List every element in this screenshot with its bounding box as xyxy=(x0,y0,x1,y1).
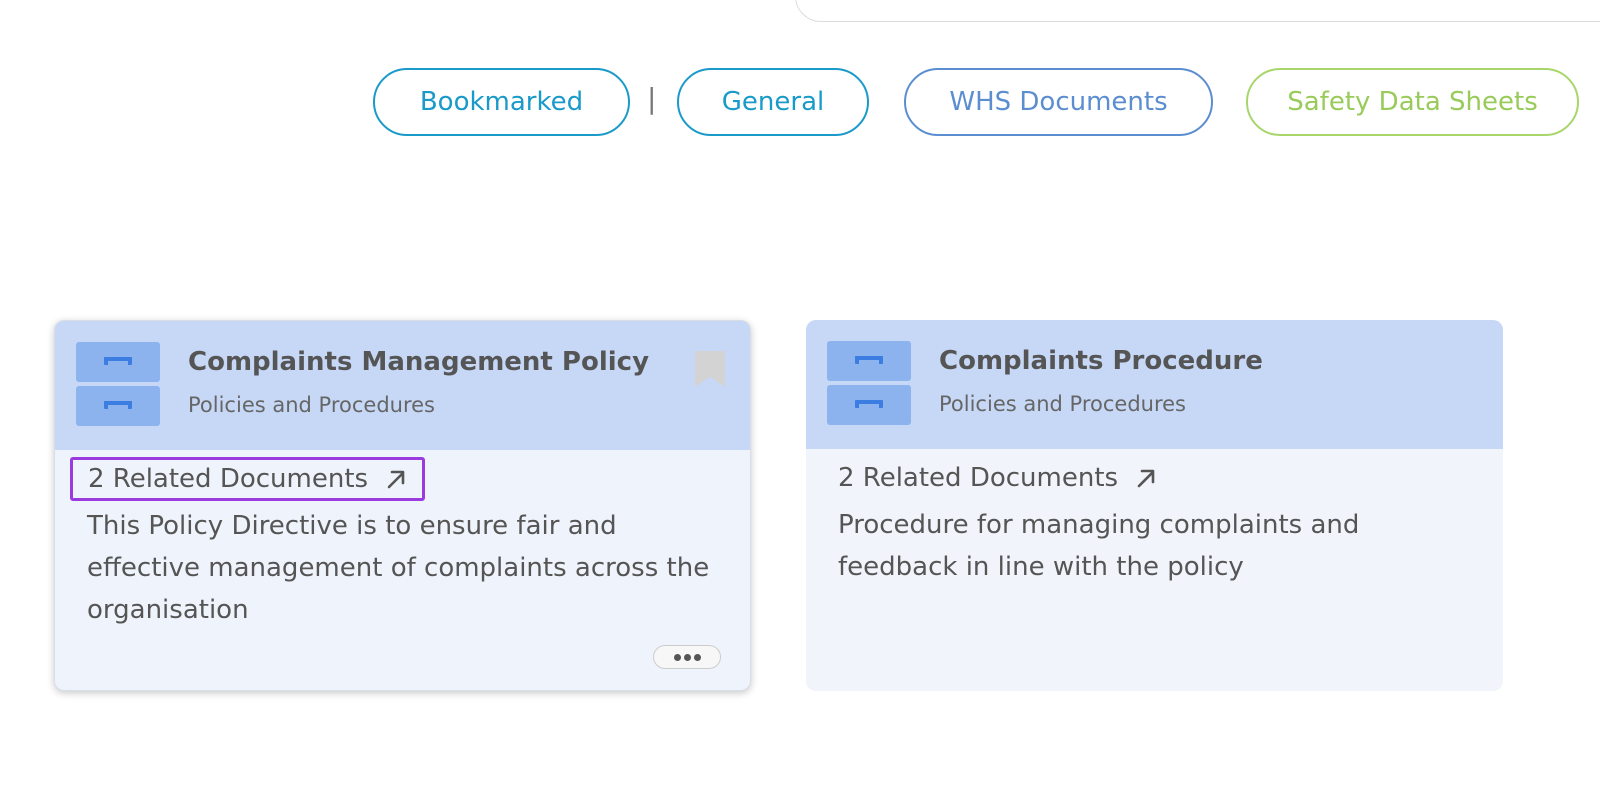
related-documents-link[interactable]: 2 Related Documents xyxy=(70,457,426,501)
document-card[interactable]: Complaints Procedure Policies and Proced… xyxy=(806,320,1503,691)
card-title[interactable]: Complaints Procedure xyxy=(939,346,1263,376)
external-arrow-icon xyxy=(1137,469,1155,488)
document-card[interactable]: Complaints Management Policy Policies an… xyxy=(54,320,751,691)
card-description: This Policy Directive is to ensure fair … xyxy=(87,511,710,625)
external-arrow-icon xyxy=(387,470,405,489)
card-description: Procedure for managing complaints and fe… xyxy=(838,510,1360,582)
filter-safety-data-sheets-button[interactable]: Safety Data Sheets xyxy=(1246,68,1579,136)
filter-bookmarked-button[interactable]: Bookmarked xyxy=(373,68,630,136)
card-title[interactable]: Complaints Management Policy xyxy=(188,347,649,377)
search-bar[interactable] xyxy=(795,0,1600,22)
filter-whs-documents-button[interactable]: WHS Documents xyxy=(904,68,1213,136)
more-icon xyxy=(673,653,681,661)
related-documents-link[interactable]: 2 Related Documents xyxy=(838,460,1158,496)
card-category: Policies and Procedures xyxy=(188,393,435,417)
related-documents-label: 2 Related Documents xyxy=(88,464,369,494)
bookmark-icon[interactable] xyxy=(695,351,725,387)
related-documents-label: 2 Related Documents xyxy=(838,463,1119,493)
filter-general-button[interactable]: General xyxy=(677,68,869,136)
card-header: Complaints Management Policy Policies an… xyxy=(55,321,750,450)
filing-cabinet-icon xyxy=(827,341,911,425)
filing-cabinet-icon xyxy=(76,342,160,426)
filter-separator: | xyxy=(647,82,657,115)
more-options-button[interactable] xyxy=(653,645,721,669)
card-header: Complaints Procedure Policies and Proced… xyxy=(806,320,1503,449)
card-category: Policies and Procedures xyxy=(939,392,1186,416)
